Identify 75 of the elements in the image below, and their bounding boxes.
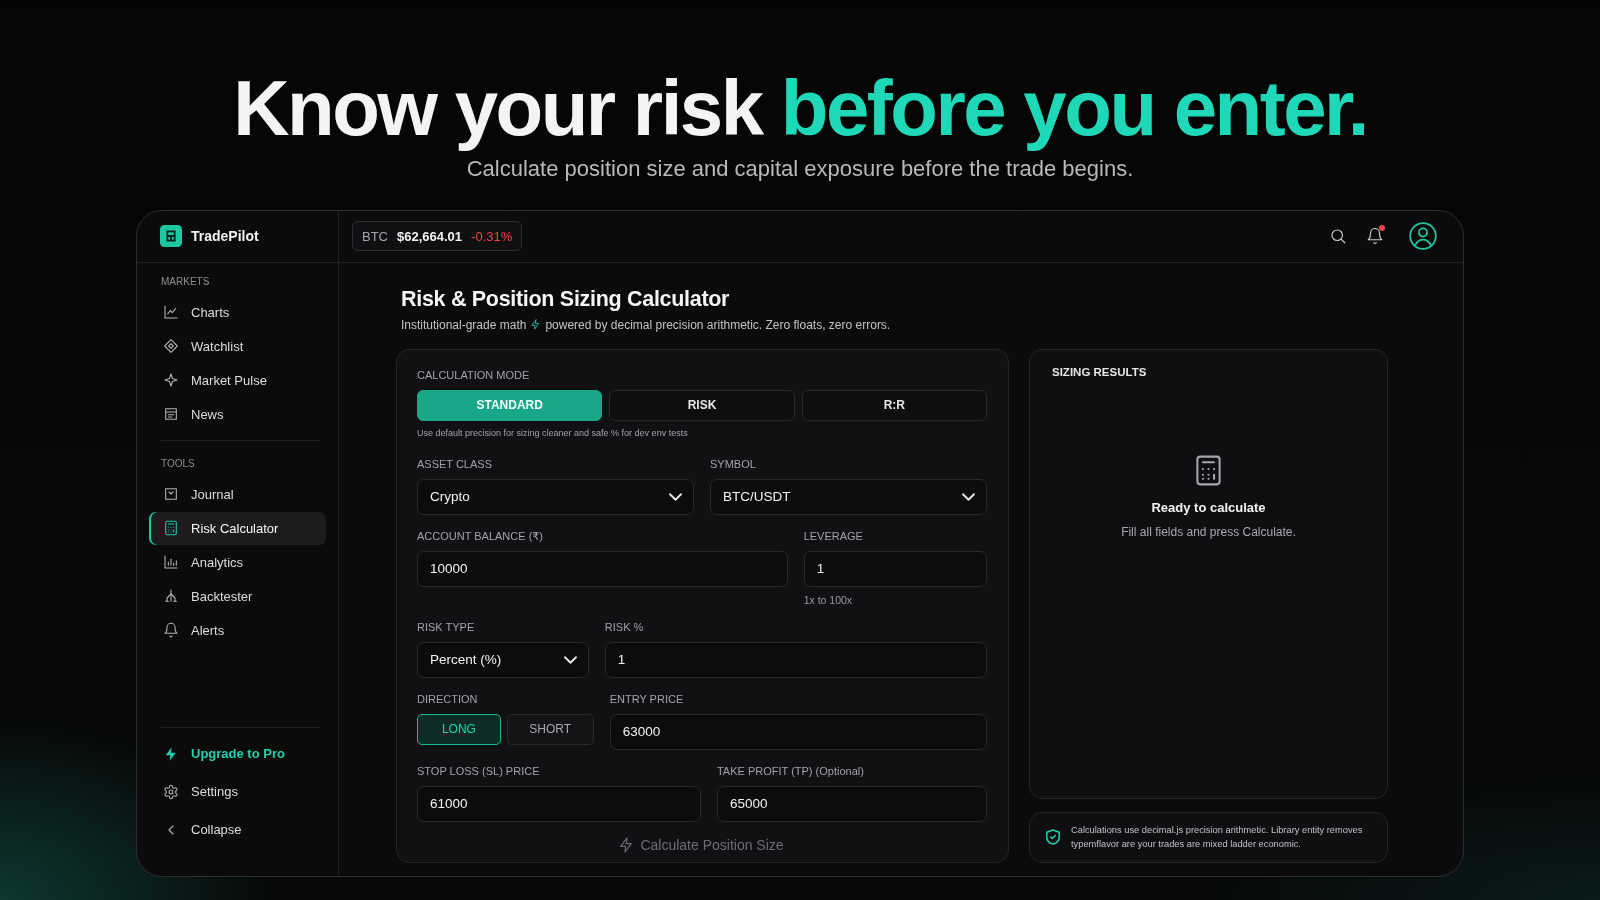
bell-icon[interactable] — [1366, 227, 1384, 246]
avatar-icon[interactable] — [1409, 222, 1437, 251]
sidebar-item[interactable]: Charts — [149, 295, 326, 329]
mode-tab[interactable]: RISK — [609, 389, 795, 421]
field-label: ENTRY PRICE — [609, 692, 685, 706]
line-chart-icon — [163, 304, 179, 321]
bolt-icon — [620, 836, 633, 853]
field-label: RISK TYPE — [417, 620, 476, 634]
subtitle-text: Institutional-grade math — [401, 317, 527, 332]
chevron-down-icon — [963, 493, 974, 500]
sidebar-item[interactable]: News — [149, 397, 326, 431]
logo-icon — [160, 225, 182, 248]
tagline: Calculate position size and capital exposure before the trade begins. — [466, 155, 1134, 182]
note-text: Calculations use decimal.js precision arithmetic. Library entity removes typemflavor are your trades are mixed ladder economic. — [1071, 824, 1364, 852]
section-heading: MARKETS — [160, 275, 211, 288]
bell-icon — [163, 622, 179, 639]
empty-title: Ready to calculate — [1151, 499, 1266, 515]
sidebar-link[interactable]: Collapse — [149, 812, 326, 847]
hint-text: Use default precision for sizing cleaner and safe % for dev env tests — [417, 426, 689, 439]
sidebar-item[interactable]: Analytics — [149, 545, 326, 579]
sidebar-item[interactable]: Journal — [149, 477, 326, 511]
search-icon[interactable] — [1329, 227, 1347, 246]
headline: Know your risk before you enter. — [233, 66, 1367, 152]
section-heading: TOOLS — [160, 457, 196, 470]
mode-tab[interactable]: R:R — [801, 389, 987, 421]
subtitle-text: powered by decimal precision arithmetic. Zero floats, zero errors. — [545, 317, 891, 332]
calculator-icon — [1196, 454, 1221, 486]
shield-check-icon — [1046, 829, 1060, 846]
ticker-symbol: BTC — [362, 228, 388, 244]
gear-icon — [163, 783, 179, 800]
sidebar-item[interactable]: Market Pulse — [149, 363, 326, 397]
field-label: ACCOUNT BALANCE (₹) — [417, 529, 544, 543]
ticker-change: -0.31% — [471, 228, 513, 244]
page-title: Risk & Position Sizing Calculator — [401, 285, 731, 312]
direction-toggle[interactable]: SHORT — [506, 713, 594, 745]
field-label: ASSET CLASS — [417, 457, 493, 471]
box-chevron-icon — [163, 486, 179, 503]
sidebar-item[interactable]: Risk Calculator — [149, 511, 326, 545]
ticker-pill[interactable]: BTC $62,664.01 -0.31% — [352, 221, 523, 252]
calculator-icon — [163, 520, 179, 537]
input-field[interactable]: 63000 — [609, 713, 987, 750]
sparkle-icon — [163, 372, 179, 389]
input-field[interactable]: 61000 — [417, 785, 701, 822]
field-label: SYMBOL — [710, 457, 757, 471]
hierarchy-icon — [163, 588, 179, 605]
hint-text: 1x to 100x — [803, 593, 854, 606]
select-field[interactable]: Percent (%) — [417, 641, 589, 678]
sidebar-item[interactable]: Alerts — [149, 613, 326, 647]
brand-name: TradePilot — [191, 228, 259, 245]
input-field[interactable]: 1 — [803, 550, 987, 587]
panel-heading: SIZING RESULTS — [1052, 365, 1148, 379]
input-field[interactable]: 65000 — [716, 785, 987, 822]
empty-text: Fill all fields and press Calculate. — [1121, 524, 1296, 539]
sidebar-link[interactable]: Settings — [149, 774, 326, 809]
field-label: STOP LOSS (SL) PRICE — [417, 764, 541, 778]
bar-chart-icon — [163, 554, 179, 571]
chevron-down-icon — [564, 656, 576, 663]
field-label: LEVERAGE — [803, 529, 864, 543]
field-label: RISK % — [604, 620, 645, 634]
sidebar-link[interactable]: Upgrade to Pro — [149, 736, 326, 771]
field-label: TAKE PROFIT (TP) (Optional) — [716, 764, 865, 778]
sidebar-item[interactable]: Backtester — [149, 579, 326, 613]
input-field[interactable]: 1 — [604, 641, 987, 678]
ticker-price: $62,664.01 — [397, 228, 463, 244]
field-label: DIRECTION — [417, 692, 479, 706]
select-field[interactable]: BTC/USDT — [710, 478, 987, 515]
newspaper-icon — [163, 406, 179, 423]
field-label: CALCULATION MODE — [417, 368, 531, 382]
select-field[interactable]: Crypto — [417, 478, 694, 515]
sidebar-item[interactable]: Watchlist — [149, 329, 326, 363]
direction-toggle[interactable]: LONG — [417, 713, 501, 745]
input-field[interactable]: 10000 — [417, 550, 788, 587]
diamond-icon — [163, 338, 179, 355]
chevron-down-icon — [670, 493, 681, 500]
bolt-icon — [530, 319, 542, 331]
